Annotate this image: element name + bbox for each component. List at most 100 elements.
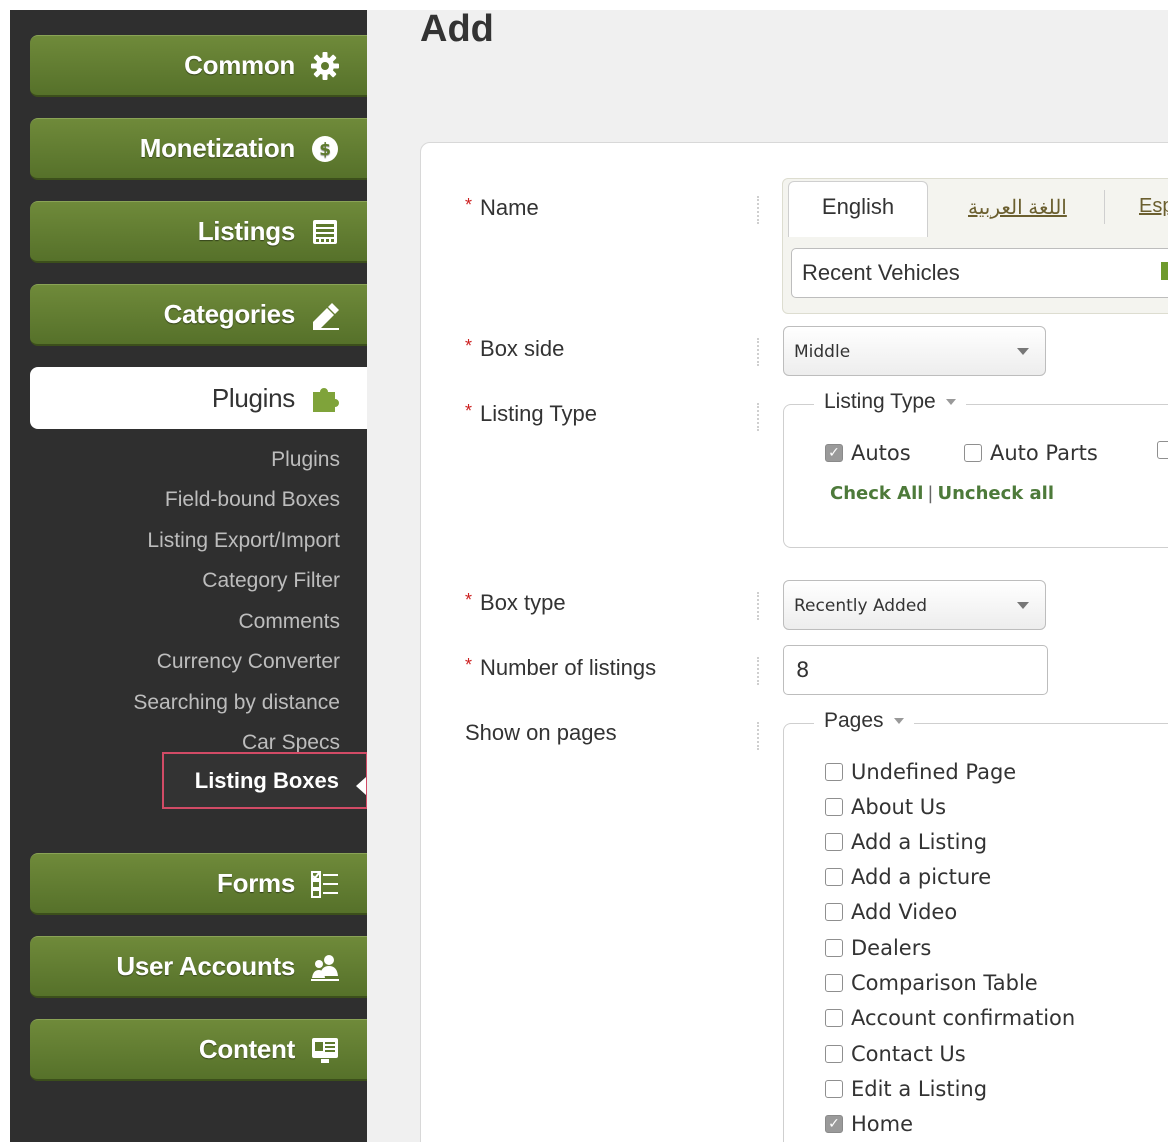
checkbox-icon[interactable] xyxy=(825,833,843,851)
checkbox-icon[interactable] xyxy=(825,763,843,781)
nav-plugins[interactable]: Plugins xyxy=(30,367,367,429)
separator xyxy=(757,338,759,366)
pages-legend[interactable]: Pages xyxy=(814,709,914,733)
separator xyxy=(757,403,759,431)
label-number-of-listings-text: Number of listings xyxy=(480,655,657,680)
checkbox-icon[interactable] xyxy=(825,868,843,886)
checkbox-checked-icon[interactable]: ✓ xyxy=(825,444,843,462)
page-option-account-confirmation[interactable]: Account confirmation xyxy=(825,1006,1075,1030)
name-input[interactable] xyxy=(791,248,1168,298)
checkbox-icon[interactable] xyxy=(964,444,982,462)
separator xyxy=(757,196,759,224)
checkbox-icon[interactable] xyxy=(825,974,843,992)
box-side-value: Middle xyxy=(794,342,851,362)
page-title: Add xyxy=(420,8,494,50)
caret-down-icon xyxy=(945,399,956,406)
label-number-of-listings: * Number of listings xyxy=(465,655,656,681)
checkbox-icon[interactable] xyxy=(825,1045,843,1063)
page-option-undefined-page[interactable]: Undefined Page xyxy=(825,760,1016,784)
check-all-link[interactable]: Check All xyxy=(830,483,923,504)
separator xyxy=(757,592,759,620)
page-option-label: Add Video xyxy=(851,900,958,924)
checkbox-icon[interactable] xyxy=(825,798,843,816)
submenu-field-bound-boxes[interactable]: Field-bound Boxes xyxy=(165,488,340,512)
label-name-text: Name xyxy=(480,195,539,220)
page-option-label: Contact Us xyxy=(851,1042,966,1066)
listing-type-option-more[interactable] xyxy=(1157,441,1168,459)
required-star: * xyxy=(465,655,473,675)
submenu-category-filter[interactable]: Category Filter xyxy=(202,569,340,593)
uncheck-all-link[interactable]: Uncheck all xyxy=(938,483,1055,504)
nav-common-label: Common xyxy=(184,50,295,80)
page-option-contact-us[interactable]: Contact Us xyxy=(825,1042,966,1066)
checkbox-checked-icon[interactable]: ✓ xyxy=(825,1115,843,1133)
page-option-home[interactable]: ✓ Home xyxy=(825,1112,913,1136)
dropdown-arrow-icon xyxy=(1017,602,1029,609)
listing-type-option-label: Autos xyxy=(851,441,911,465)
link-separator: | xyxy=(927,483,934,504)
listing-type-option-label: Auto Parts xyxy=(990,441,1098,465)
tab-arabic[interactable]: اللغة العربية xyxy=(968,195,1067,220)
listings-icon xyxy=(309,216,341,248)
listing-type-option-auto-parts[interactable]: Auto Parts xyxy=(964,441,1098,465)
svg-text:$: $ xyxy=(319,140,331,160)
page-option-add-video[interactable]: Add Video xyxy=(825,900,957,924)
listing-type-legend-text: Listing Type xyxy=(824,390,936,413)
page-option-add-a-listing[interactable]: Add a Listing xyxy=(825,830,987,854)
nav-categories[interactable]: Categories xyxy=(30,284,367,346)
label-listing-type: * Listing Type xyxy=(465,401,597,427)
listing-type-fieldset: Listing Type xyxy=(783,390,1168,548)
checkbox-icon[interactable] xyxy=(825,1009,843,1027)
dropdown-arrow-icon xyxy=(1017,348,1029,355)
label-listing-type-text: Listing Type xyxy=(480,401,598,426)
box-type-select[interactable]: Recently Added xyxy=(783,580,1046,630)
box-side-select[interactable]: Middle xyxy=(783,326,1046,376)
check-links: Check All | Uncheck all xyxy=(830,483,1054,504)
gear-icon xyxy=(309,50,341,82)
nav-listings[interactable]: Listings xyxy=(30,201,367,263)
label-box-side-text: Box side xyxy=(480,336,565,361)
separator xyxy=(757,722,759,750)
pages-legend-text: Pages xyxy=(824,709,884,732)
page-option-label: Dealers xyxy=(851,936,932,960)
tab-english[interactable]: English xyxy=(788,181,928,237)
page-option-dealers[interactable]: Dealers xyxy=(825,936,931,960)
page-option-add-a-picture[interactable]: Add a picture xyxy=(825,865,991,889)
checklist-icon xyxy=(309,868,341,900)
page-option-label: About Us xyxy=(851,795,947,819)
puzzle-piece-icon xyxy=(309,382,341,414)
nav-monetization[interactable]: Monetization $ xyxy=(30,118,367,180)
nav-common[interactable]: Common xyxy=(30,35,367,97)
checkbox-icon[interactable] xyxy=(1157,441,1168,459)
page-option-label: Edit a Listing xyxy=(851,1077,988,1101)
submenu-searching-by-distance[interactable]: Searching by distance xyxy=(133,691,340,715)
separator xyxy=(757,657,759,685)
active-pointer-icon xyxy=(356,777,366,795)
pencil-eraser-icon xyxy=(309,299,341,331)
nav-forms[interactable]: Forms xyxy=(30,853,367,915)
submenu-currency-converter[interactable]: Currency Converter xyxy=(157,650,340,674)
checkbox-icon[interactable] xyxy=(825,1080,843,1098)
nav-categories-label: Categories xyxy=(163,299,296,329)
submenu-listing-export-import[interactable]: Listing Export/Import xyxy=(147,529,340,553)
submenu-listing-boxes[interactable]: Listing Boxes xyxy=(162,752,368,809)
caret-down-icon xyxy=(893,718,904,725)
page-option-label: Undefined Page xyxy=(851,760,1017,784)
number-of-listings-input[interactable] xyxy=(783,645,1048,695)
users-icon xyxy=(309,951,341,983)
checkbox-icon[interactable] xyxy=(825,903,843,921)
nav-user-accounts[interactable]: User Accounts xyxy=(30,936,367,998)
checkbox-icon[interactable] xyxy=(825,939,843,957)
page-option-comparison-table[interactable]: Comparison Table xyxy=(825,971,1038,995)
page-option-edit-a-listing[interactable]: Edit a Listing xyxy=(825,1077,987,1101)
submenu-plugins[interactable]: Plugins xyxy=(271,448,340,472)
submenu-comments[interactable]: Comments xyxy=(238,610,340,634)
listing-type-option-autos[interactable]: ✓ Autos xyxy=(825,441,911,465)
listing-type-legend[interactable]: Listing Type xyxy=(814,390,966,414)
tab-spanish[interactable]: Esp xyxy=(1139,195,1168,218)
sidebar: Common Monetization $ Listings Categorie… xyxy=(10,10,367,1142)
nav-content[interactable]: Content xyxy=(30,1019,367,1081)
nav-content-label: Content xyxy=(198,1034,295,1064)
box-type-value: Recently Added xyxy=(794,596,928,616)
page-option-about-us[interactable]: About Us xyxy=(825,795,946,819)
